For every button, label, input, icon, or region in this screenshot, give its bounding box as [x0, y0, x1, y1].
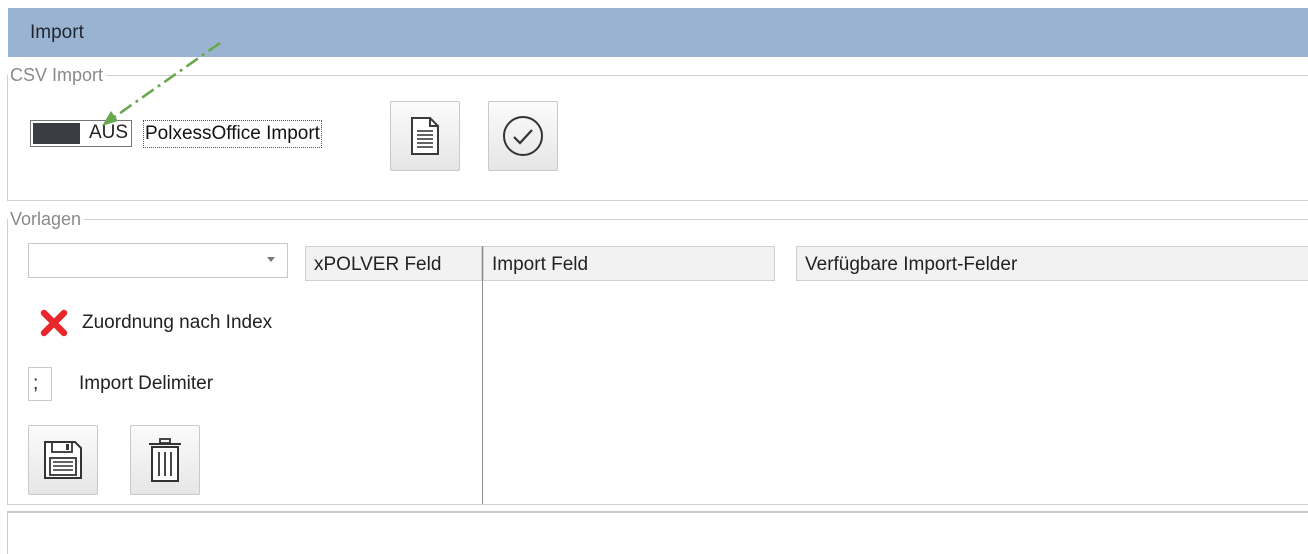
checkmark-circle-icon — [503, 116, 543, 156]
delimiter-input[interactable]: ; — [28, 367, 52, 401]
template-select[interactable] — [28, 243, 288, 278]
trash-icon — [149, 438, 181, 482]
status-panel — [7, 511, 1308, 554]
red-x-icon[interactable] — [40, 309, 68, 337]
column-header-import-feld[interactable]: Import Feld — [483, 246, 775, 281]
mapping-by-index-label: Zuordnung nach Index — [82, 312, 273, 333]
floppy-disk-icon — [44, 441, 82, 479]
open-file-button[interactable] — [390, 101, 460, 171]
chevron-down-icon[interactable] — [267, 257, 275, 262]
column-header-xpolver-feld[interactable]: xPOLVER Feld — [305, 246, 482, 281]
confirm-import-button[interactable] — [488, 101, 558, 171]
toggle-knob — [33, 123, 80, 144]
polxess-import-toggle[interactable]: AUS — [30, 120, 132, 147]
document-icon — [411, 117, 439, 155]
delimiter-label: Import Delimiter — [79, 373, 214, 394]
toggle-caption[interactable]: PolxessOffice Import — [143, 120, 322, 148]
window-titlebar: Import — [8, 8, 1308, 57]
column-header-verfuegbare-import-felder[interactable]: Verfügbare Import-Felder — [796, 246, 1308, 281]
csv-import-legend: CSV Import — [10, 65, 104, 85]
toggle-state-label: AUS — [89, 122, 129, 143]
delete-template-button[interactable] — [130, 425, 200, 495]
column-divider — [482, 246, 483, 504]
save-template-button[interactable] — [28, 425, 98, 495]
vorlagen-legend: Vorlagen — [10, 209, 82, 229]
window-title: Import — [30, 22, 84, 43]
